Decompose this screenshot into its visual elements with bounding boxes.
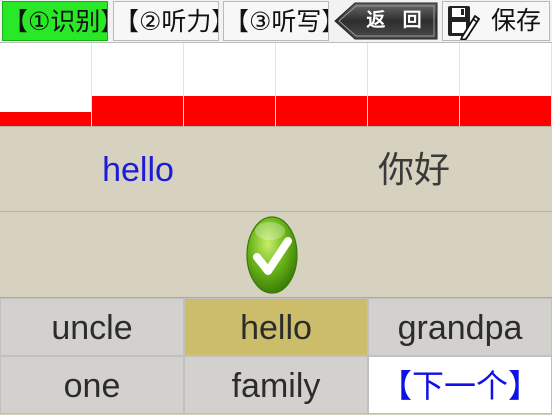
progress-column xyxy=(184,43,276,126)
tab-listening[interactable]: 【②听力】 xyxy=(113,1,219,41)
word-row: hello 你好 xyxy=(0,126,552,212)
progress-fill xyxy=(276,96,367,126)
tab-dictation[interactable]: 【③听写】 xyxy=(223,1,329,41)
progress-strip xyxy=(0,43,552,126)
back-button[interactable]: 返 回 xyxy=(333,2,439,40)
top-toolbar: 【①识别】 【②听力】 【③听写】 返 回 保存 xyxy=(0,0,552,43)
progress-fill xyxy=(368,96,459,126)
save-button-label: 保存 xyxy=(490,7,541,35)
tab-recognize[interactable]: 【①识别】 xyxy=(2,1,108,41)
progress-column xyxy=(0,43,92,126)
progress-column xyxy=(368,43,460,126)
save-button[interactable]: 保存 xyxy=(442,1,550,41)
option-grandpa[interactable]: grandpa xyxy=(368,298,552,356)
result-row xyxy=(0,212,552,298)
option-uncle[interactable]: uncle xyxy=(0,298,184,356)
progress-fill xyxy=(92,96,183,126)
option-hello[interactable]: hello xyxy=(184,298,368,356)
progress-column xyxy=(92,43,184,126)
back-button-label: 返 回 xyxy=(366,10,428,31)
progress-fill xyxy=(184,96,275,126)
progress-fill xyxy=(460,96,551,126)
progress-column xyxy=(460,43,552,126)
progress-column xyxy=(276,43,368,126)
check-icon xyxy=(246,216,298,294)
next-button[interactable]: 【下一个】 xyxy=(368,356,552,414)
chinese-meaning: 你好 xyxy=(377,149,450,190)
option-family[interactable]: family xyxy=(184,356,368,414)
option-one[interactable]: one xyxy=(0,356,184,414)
save-icon xyxy=(448,6,480,40)
english-word: hello xyxy=(102,151,174,189)
progress-fill xyxy=(0,112,91,126)
